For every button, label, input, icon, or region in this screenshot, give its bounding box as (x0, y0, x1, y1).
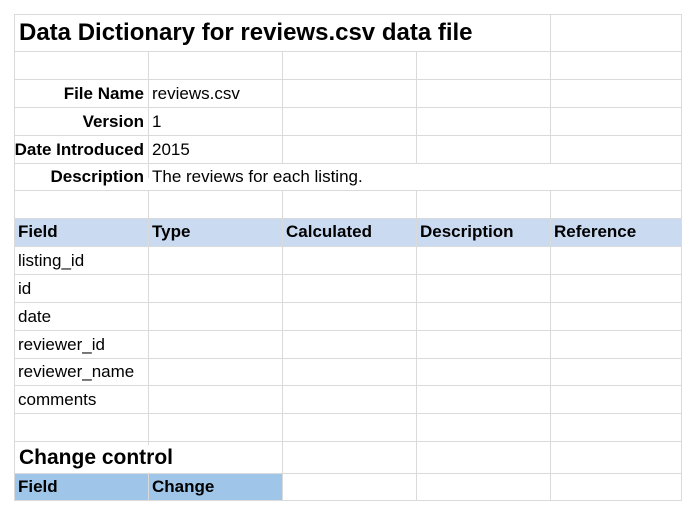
meta-label-description[interactable]: Description (14, 164, 148, 190)
page-title[interactable]: Data Dictionary for reviews.csv data fil… (14, 15, 550, 51)
spreadsheet: Field Type Calculated Description Refere… (14, 14, 682, 501)
field-row-date[interactable]: date (14, 303, 148, 330)
field-row-listing-id[interactable]: listing_id (14, 247, 148, 274)
meta-label-date-introduced[interactable]: Date Introduced (0, 136, 148, 163)
field-row-reviewer-name[interactable]: reviewer_name (14, 359, 148, 385)
meta-value-date-introduced[interactable]: 2015 (148, 136, 282, 163)
header-cell-calculated[interactable]: Calculated (282, 218, 416, 246)
field-row-id[interactable]: id (14, 275, 148, 302)
meta-value-description[interactable]: The reviews for each listing. (148, 164, 550, 190)
change-header-cell-field[interactable]: Field (14, 473, 148, 501)
field-row-reviewer-id[interactable]: reviewer_id (14, 331, 148, 358)
header-cell-description[interactable]: Description (416, 218, 550, 246)
header-cell-type[interactable]: Type (148, 218, 282, 246)
header-cell-field[interactable]: Field (14, 218, 148, 246)
change-control-title[interactable]: Change control (14, 442, 282, 473)
header-cell-reference[interactable]: Reference (550, 218, 682, 246)
meta-value-version[interactable]: 1 (148, 108, 282, 135)
change-header-cell-change[interactable]: Change (148, 473, 282, 501)
field-row-comments[interactable]: comments (14, 386, 148, 413)
meta-label-file-name[interactable]: File Name (14, 80, 148, 107)
meta-label-version[interactable]: Version (14, 108, 148, 135)
meta-value-file-name[interactable]: reviews.csv (148, 80, 282, 107)
